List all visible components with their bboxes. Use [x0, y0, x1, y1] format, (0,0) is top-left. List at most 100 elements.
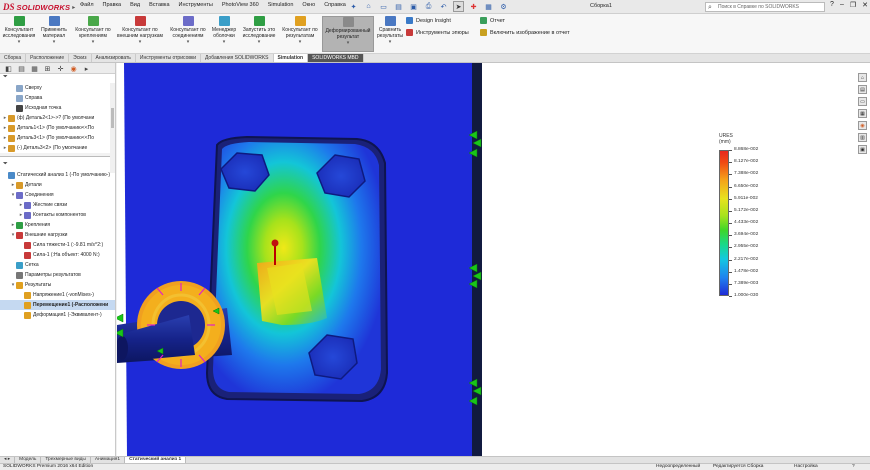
feature-tree-scrollbar[interactable] — [110, 83, 115, 173]
panel-expand-icon[interactable]: ▸ — [81, 64, 92, 73]
tree-item[interactable]: Справа — [0, 93, 115, 103]
tree-item[interactable]: Сверху — [0, 83, 115, 93]
view-palette-icon[interactable]: ▦ — [858, 109, 867, 118]
tree-item[interactable]: ▸ Крепления — [0, 220, 115, 230]
chevron-down-icon[interactable]: ▾ — [18, 40, 21, 46]
file-explorer-icon[interactable]: ▭ — [858, 97, 867, 106]
filter-icon[interactable]: ⏷ — [0, 74, 115, 83]
command-list-item[interactable]: Включить изображение в отчет — [480, 29, 570, 36]
resources-icon[interactable]: ⌂ — [858, 73, 867, 82]
menu-item[interactable]: Окно — [302, 2, 315, 8]
command-tab[interactable]: Сборка — [0, 54, 27, 62]
command-button[interactable]: Запустить это исследование ▾ — [240, 16, 278, 52]
home-icon[interactable]: ⌂ — [363, 1, 374, 12]
chevron-down-icon[interactable]: ▾ — [347, 41, 350, 47]
minimize-icon[interactable]: – — [840, 1, 844, 9]
menu-item[interactable]: Файл — [80, 2, 94, 8]
command-button[interactable]: Консультант по внешним нагрузкам ▾ — [115, 16, 165, 52]
close-icon[interactable]: ✕ — [862, 1, 868, 9]
command-tab[interactable]: Simulation — [273, 54, 309, 62]
tree-item[interactable]: ▸ Жесткие связи — [0, 200, 115, 210]
tree-item[interactable]: ▸ (ф) Деталь2<1>->? (По умолчани — [0, 113, 115, 123]
chevron-down-icon[interactable]: ▾ — [92, 40, 95, 46]
tree-item[interactable]: Сила-1 (:На объект: 4000 N:) — [0, 250, 115, 260]
tree-item[interactable]: ▾ Соединения — [0, 190, 115, 200]
tree-item[interactable]: ▸ Детали — [0, 180, 115, 190]
print-icon[interactable]: ⎙ — [423, 1, 434, 12]
custom-properties-icon[interactable]: ▥ — [858, 133, 867, 142]
undo-icon[interactable]: ↶ — [438, 1, 449, 12]
command-button[interactable]: Менеджер оболочки ▾ — [210, 16, 238, 52]
feature-manager-tab-icon[interactable]: ▤ — [16, 64, 27, 73]
pin-icon[interactable]: ✦ — [348, 1, 359, 12]
scroll-thumb[interactable] — [111, 108, 114, 128]
open-folder-icon[interactable]: ▤ — [393, 1, 404, 12]
tree-item[interactable]: ▸ Контакты компонентов — [0, 210, 115, 220]
chevron-down-icon[interactable]: ▾ — [187, 40, 190, 46]
appearances-icon[interactable]: ◉ — [858, 121, 867, 130]
command-button[interactable]: Сравнить результаты ▾ — [374, 16, 406, 52]
tree-item[interactable]: ▾ Результаты — [0, 280, 115, 290]
chevron-down-icon[interactable]: ▾ — [389, 40, 392, 46]
chevron-down-icon[interactable]: ▾ — [299, 40, 302, 46]
options-gear-icon[interactable]: ⚙ — [498, 1, 509, 12]
restore-icon[interactable]: ❐ — [850, 1, 856, 9]
chevron-down-icon[interactable]: ▾ — [139, 40, 142, 46]
property-manager-tab-icon[interactable]: ▦ — [29, 64, 40, 73]
save-icon[interactable]: ▣ — [408, 1, 419, 12]
help-search-input[interactable]: ⌕ Поиск в Справке по SOLIDWORKS — [705, 2, 825, 12]
graphics-viewport[interactable]: URES (mm) 8.868e-002 8.127e-002 7.388e-002… — [117, 63, 870, 456]
config-manager-tab-icon[interactable]: ⊞ — [42, 64, 53, 73]
tree-item[interactable]: Перемещение1 (-Расположени — [0, 300, 115, 310]
menu-item[interactable]: Справка — [324, 2, 346, 8]
tree-item[interactable]: Напряжение1 (-vonMises-) — [0, 290, 115, 300]
command-tab[interactable]: Расположение — [26, 54, 70, 62]
rebuild-icon[interactable]: ✚ — [468, 1, 479, 12]
tree-item[interactable]: Сетка — [0, 260, 115, 270]
tree-item[interactable]: Деформация1 (-Эквивалент-) — [0, 310, 115, 320]
menu-item[interactable]: Вид — [130, 2, 140, 8]
command-button[interactable]: Применить материал ▾ — [38, 16, 70, 52]
tree-item[interactable]: Статический анализ 1 (-По умолчанию-) — [0, 170, 115, 180]
menu-item[interactable]: Simulation — [268, 2, 294, 8]
tree-item[interactable]: ▸ Деталь1<1> (По умолчанию<<По — [0, 123, 115, 133]
file-properties-icon[interactable]: ▦ — [483, 1, 494, 12]
command-tab[interactable]: Добавления SOLIDWORKS — [201, 54, 274, 62]
command-button[interactable]: Деформированный результат ▾ — [322, 16, 374, 52]
solidworks-forum-icon[interactable]: ▣ — [858, 145, 867, 154]
select-arrow-icon[interactable]: ➤ — [453, 1, 464, 12]
command-button[interactable]: Консультант исследования ▾ — [2, 16, 36, 52]
command-button[interactable]: Консультант по креплениям ▾ — [72, 16, 114, 52]
chevron-down-icon[interactable]: ▾ — [53, 40, 56, 46]
menu-item[interactable]: PhotoView 360 — [222, 2, 259, 8]
command-button[interactable]: Консультант по результатам ▾ — [281, 16, 319, 52]
menu-item[interactable]: Вставка — [149, 2, 169, 8]
status-help-icon[interactable]: ? — [852, 464, 855, 470]
dim-xpert-tab-icon[interactable]: ✛ — [55, 64, 66, 73]
command-tab[interactable]: Эскиз — [69, 54, 92, 62]
chevron-down-icon[interactable]: ▾ — [258, 40, 261, 46]
solidworks-logo[interactable]: DS SOLIDWORKS ▸ — [3, 1, 75, 13]
new-document-icon[interactable]: ▭ — [378, 1, 389, 12]
tree-item[interactable]: ▾ Внешние нагрузки — [0, 230, 115, 240]
tree-item[interactable]: ▸ (-) Деталь3<2> (По умолчание — [0, 143, 115, 153]
command-list-item[interactable]: Инструменты эпюры — [406, 29, 469, 36]
command-tab[interactable]: Инструменты отрисовки — [136, 54, 201, 62]
design-library-icon[interactable]: ▤ — [858, 85, 867, 94]
tree-item[interactable]: Исходная точка — [0, 103, 115, 113]
help-question-icon[interactable]: ? — [830, 1, 834, 9]
command-button[interactable]: Консультант по соединениям ▾ — [168, 16, 208, 52]
status-settings[interactable]: Настройка — [794, 464, 818, 470]
menu-item[interactable]: Правка — [103, 2, 122, 8]
panel-splitter[interactable] — [0, 153, 115, 157]
display-manager-tab-icon[interactable]: ◉ — [68, 64, 79, 73]
filter-icon-2[interactable]: ⏷ — [0, 161, 115, 170]
chevron-down-icon[interactable]: ▾ — [223, 40, 226, 46]
command-list-item[interactable]: Отчет — [480, 17, 570, 24]
command-list-item[interactable]: Design Insight — [406, 17, 469, 24]
graphics-pane-icon[interactable]: ◧ — [3, 64, 14, 73]
tree-item[interactable]: Сила тяжести-1 (:-9.81 m/s^2:) — [0, 240, 115, 250]
tree-item[interactable]: ▸ Деталь3<1> (По умолчанию<<По — [0, 133, 115, 143]
command-tab[interactable]: SOLIDWORKS MBD — [308, 54, 364, 62]
tree-item[interactable]: Параметры результатов — [0, 270, 115, 280]
